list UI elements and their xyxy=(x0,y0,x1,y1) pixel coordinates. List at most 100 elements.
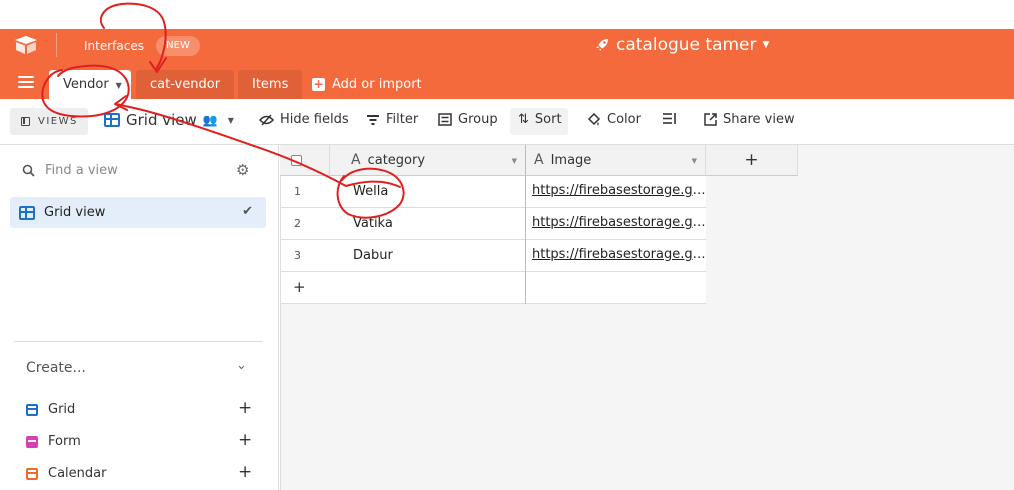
chevron-down-icon[interactable]: ⌄ xyxy=(236,358,247,373)
add-import-label: Add or import xyxy=(332,77,422,92)
add-form-plus-icon[interactable]: + xyxy=(238,430,252,450)
base-title[interactable]: catalogue tamer ▼ xyxy=(594,35,769,55)
paint-bucket-icon xyxy=(587,112,601,125)
tab-vendor[interactable]: Vendor ▼ xyxy=(49,70,131,99)
create-grid-label: Grid xyxy=(48,402,76,417)
table-row[interactable]: 2 Vatika https://firebasestorage.googlea… xyxy=(280,208,706,240)
app-bar: Interfaces NEW catalogue tamer ▼ Vendor ▼… xyxy=(0,29,1014,99)
sidebar-icon xyxy=(21,117,30,126)
sort-label: Sort xyxy=(534,112,562,127)
text-field-icon: A xyxy=(351,152,361,168)
row-number: 3 xyxy=(294,249,301,262)
view-switcher[interactable]: Grid view 👥 ▼ xyxy=(104,111,234,129)
sidebar-item-label: Grid view xyxy=(44,205,106,220)
create-form-item[interactable]: Form xyxy=(26,434,81,449)
column-header-category[interactable]: A category ▼ xyxy=(330,145,526,176)
grid-icon xyxy=(104,113,120,127)
airtable-logo-icon[interactable] xyxy=(14,36,38,54)
share-icon xyxy=(704,113,717,126)
hide-fields-button[interactable]: Hide fields xyxy=(259,112,349,127)
grid-area: A category ▼ A Image ▼ + 1 Wella https:/… xyxy=(280,145,1014,490)
filter-button[interactable]: Filter xyxy=(366,112,418,127)
category-cell[interactable]: Wella xyxy=(330,184,526,199)
select-all-checkbox[interactable] xyxy=(291,154,302,166)
hide-fields-label: Hide fields xyxy=(280,112,349,127)
row-height-icon xyxy=(663,113,676,124)
column-header-image[interactable]: A Image ▼ xyxy=(526,145,706,176)
group-button[interactable]: Group xyxy=(438,112,498,127)
tab-items[interactable]: Items xyxy=(238,70,303,99)
chevron-down-icon: ▼ xyxy=(227,115,234,125)
row-number: 1 xyxy=(294,185,301,198)
chevron-down-icon[interactable]: ▼ xyxy=(692,157,697,165)
add-calendar-plus-icon[interactable]: + xyxy=(238,462,252,482)
share-view-label: Share view xyxy=(723,112,795,127)
category-cell[interactable]: Dabur xyxy=(330,248,526,263)
add-row[interactable]: + xyxy=(280,272,706,304)
text-field-icon: A xyxy=(534,152,544,168)
find-view-placeholder: Find a view xyxy=(45,163,118,178)
sidebar-item-grid-view[interactable]: Grid view ✔ xyxy=(10,197,266,228)
plus-icon: + xyxy=(312,77,325,91)
find-view-input[interactable]: Find a view xyxy=(22,163,118,178)
column-label: Image xyxy=(550,152,592,168)
create-calendar-item[interactable]: Calendar xyxy=(26,466,106,481)
create-grid-item[interactable]: Grid xyxy=(26,402,75,417)
check-icon: ✔ xyxy=(242,204,253,219)
color-label: Color xyxy=(607,112,641,127)
views-sidebar: Find a view ⚙ Grid view ✔ Create... ⌄ Gr… xyxy=(0,145,279,490)
sort-icon: ⇅ xyxy=(518,112,529,127)
create-calendar-label: Calendar xyxy=(48,466,107,481)
chevron-down-icon: ▼ xyxy=(762,40,770,50)
category-cell[interactable]: Vatika xyxy=(330,216,526,231)
image-url-cell[interactable]: https://firebasestorage.googleapis.com xyxy=(526,247,706,262)
base-title-text: catalogue tamer xyxy=(616,35,757,55)
row-height-button[interactable] xyxy=(662,112,677,125)
image-url-cell[interactable]: https://firebasestorage.googleapis.com xyxy=(526,215,706,230)
image-url-cell[interactable]: https://firebasestorage.googleapis.com xyxy=(526,183,706,198)
views-toggle-button[interactable]: VIEWS xyxy=(10,108,88,135)
row-number: 2 xyxy=(294,217,301,230)
column-label: category xyxy=(367,152,426,168)
new-badge: NEW xyxy=(156,36,200,56)
filter-icon xyxy=(367,114,379,125)
grid-icon xyxy=(26,403,38,416)
view-name: Grid view xyxy=(126,111,197,129)
sidebar-divider xyxy=(14,341,263,342)
header-select-all[interactable] xyxy=(280,145,330,176)
table-row[interactable]: 1 Wella https://firebasestorage.googleap… xyxy=(280,176,706,208)
menu-icon[interactable] xyxy=(18,76,34,90)
color-button[interactable]: Color xyxy=(586,112,641,127)
top-strip xyxy=(0,0,1014,29)
group-label: Group xyxy=(458,112,498,127)
interfaces-link[interactable]: Interfaces xyxy=(84,39,144,53)
views-label: VIEWS xyxy=(38,116,78,127)
cell-divider xyxy=(525,272,526,304)
chevron-down-icon[interactable]: ▼ xyxy=(512,157,517,165)
add-or-import-button[interactable]: + Add or import xyxy=(312,77,422,92)
view-toolbar: VIEWS Grid view 👥 ▼ Hide fields Filter G… xyxy=(0,99,1014,145)
gear-icon[interactable]: ⚙ xyxy=(236,161,249,179)
people-icon: 👥 xyxy=(202,113,218,127)
rocket-icon xyxy=(596,39,608,51)
page: Interfaces NEW catalogue tamer ▼ Vendor ▼… xyxy=(0,0,1014,490)
add-grid-plus-icon[interactable]: + xyxy=(238,398,252,418)
group-icon xyxy=(438,113,452,126)
tab-cat-vendor[interactable]: cat-vendor xyxy=(136,70,235,99)
add-column-button[interactable]: + xyxy=(706,145,798,176)
tab-label: Vendor xyxy=(63,77,109,92)
filter-label: Filter xyxy=(386,112,419,127)
grid-icon xyxy=(19,205,35,220)
create-form-label: Form xyxy=(48,434,81,449)
appbar-divider xyxy=(56,33,57,57)
calendar-icon xyxy=(26,467,38,480)
sort-button[interactable]: ⇅ Sort xyxy=(518,112,562,127)
table-row[interactable]: 3 Dabur https://firebasestorage.googleap… xyxy=(280,240,706,272)
share-view-button[interactable]: Share view xyxy=(704,112,795,127)
form-icon xyxy=(26,435,38,448)
search-icon xyxy=(22,164,35,177)
chevron-down-icon[interactable]: ▼ xyxy=(116,81,122,90)
create-heading[interactable]: Create... xyxy=(26,360,86,376)
add-row-button[interactable]: + xyxy=(293,278,306,296)
eye-off-icon xyxy=(259,113,274,126)
